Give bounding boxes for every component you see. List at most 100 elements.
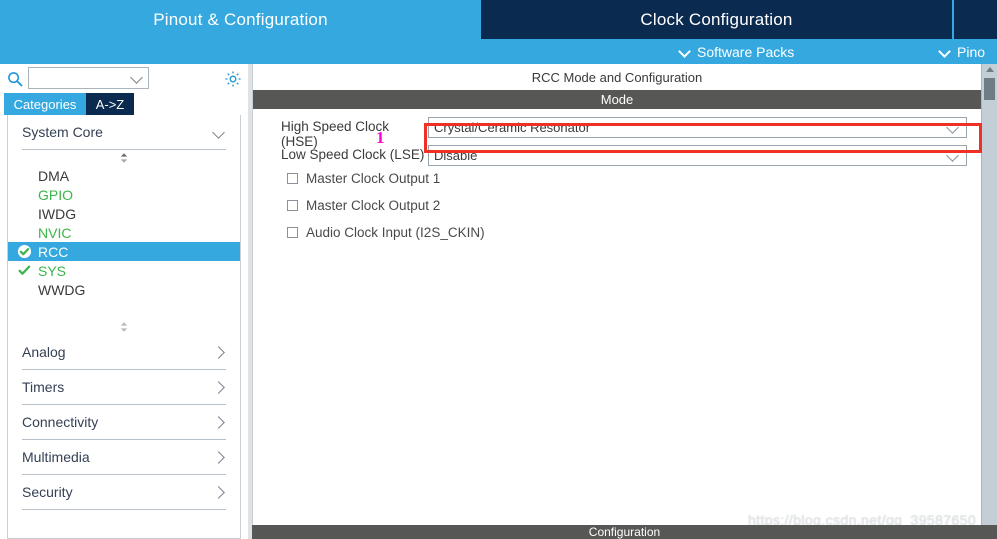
search-icon[interactable] bbox=[7, 71, 23, 87]
category-header-timers-label: Timers bbox=[22, 379, 65, 395]
peripheral-category-list[interactable]: System Core DMA GPIO IWDG NVIC RCC SYS W… bbox=[7, 115, 241, 539]
field-low-speed-clock-label: Low Speed Clock (LSE) bbox=[281, 147, 425, 162]
dropdown-high-speed-clock-value: Crystal/Ceramic Resonator bbox=[434, 120, 591, 135]
page-title: RCC Mode and Configuration bbox=[253, 64, 981, 90]
dropdown-low-speed-clock-value: Disable bbox=[434, 148, 478, 163]
category-group-security: Security bbox=[8, 475, 240, 510]
application-window: Pinout & Configuration Clock Configurati… bbox=[0, 0, 997, 539]
category-group-system-core: System Core DMA GPIO IWDG NVIC RCC SYS W… bbox=[8, 115, 240, 335]
category-header-timers[interactable]: Timers bbox=[8, 370, 240, 404]
sidebar-search-row bbox=[0, 64, 248, 93]
category-group-timers: Timers bbox=[8, 370, 240, 405]
sidebar-view-tabs: Categories A->Z bbox=[0, 93, 248, 115]
category-header-system-core[interactable]: System Core bbox=[8, 115, 240, 149]
tab-clock-configuration[interactable]: Clock Configuration bbox=[481, 0, 952, 39]
category-header-connectivity[interactable]: Connectivity bbox=[8, 405, 240, 439]
configuration-section-header-label: Configuration bbox=[588, 525, 661, 539]
sidebar-item-sys[interactable]: SYS bbox=[8, 261, 240, 280]
checkbox-master-clock-output-2[interactable]: Master Clock Output 2 bbox=[287, 198, 440, 213]
mode-section-header: Mode bbox=[253, 90, 981, 109]
checkbox-box-icon bbox=[287, 200, 298, 211]
scroll-up-arrow-icon[interactable] bbox=[986, 67, 994, 72]
chevron-down-icon bbox=[213, 126, 226, 139]
menu-pinout[interactable]: Pino bbox=[940, 39, 985, 64]
category-group-analog: Analog bbox=[8, 335, 240, 370]
left-sidebar: Categories A->Z System Core DMA GPIO IWD… bbox=[0, 64, 248, 539]
content-vertical-scrollbar[interactable] bbox=[981, 64, 997, 525]
chevron-down-icon bbox=[947, 122, 959, 134]
list-scroll-spinner-bottom[interactable] bbox=[8, 319, 240, 335]
annotation-marker-1: 1 bbox=[376, 128, 385, 147]
tab-a-to-z[interactable]: A->Z bbox=[86, 93, 134, 115]
checkbox-audio-clock-input[interactable]: Audio Clock Input (I2S_CKIN) bbox=[287, 225, 485, 240]
divider bbox=[22, 509, 226, 510]
field-high-speed-clock: High Speed Clock (HSE) bbox=[281, 119, 427, 149]
main-tab-bar: Pinout & Configuration Clock Configurati… bbox=[0, 0, 997, 39]
gear-icon[interactable] bbox=[224, 70, 242, 88]
dropdown-low-speed-clock[interactable]: Disable bbox=[428, 145, 967, 166]
category-header-multimedia-label: Multimedia bbox=[22, 449, 90, 465]
search-input[interactable] bbox=[28, 67, 149, 89]
category-header-system-core-label: System Core bbox=[22, 124, 103, 140]
chevron-right-icon bbox=[213, 451, 226, 464]
sidebar-item-iwdg[interactable]: IWDG bbox=[8, 204, 240, 223]
configuration-section-header: Configuration bbox=[252, 525, 997, 539]
sidebar-item-nvic[interactable]: NVIC bbox=[8, 223, 240, 242]
dropdown-high-speed-clock[interactable]: Crystal/Ceramic Resonator bbox=[428, 117, 967, 138]
field-high-speed-clock-label: High Speed Clock (HSE) bbox=[281, 119, 390, 149]
field-low-speed-clock: Low Speed Clock (LSE) bbox=[281, 147, 427, 162]
sidebar-item-gpio-label: GPIO bbox=[38, 186, 74, 203]
menu-pinout-label: Pino bbox=[957, 43, 986, 60]
chevron-right-icon bbox=[213, 416, 226, 429]
chevron-down-icon bbox=[940, 46, 951, 57]
checkbox-box-icon bbox=[287, 227, 298, 238]
category-group-multimedia: Multimedia bbox=[8, 440, 240, 475]
tab-a-to-z-label: A->Z bbox=[95, 96, 125, 112]
tab-pinout-configuration-label: Pinout & Configuration bbox=[153, 9, 328, 29]
sidebar-item-wwdg-label: WWDG bbox=[38, 281, 86, 298]
chevron-down-icon bbox=[947, 150, 959, 162]
chevron-right-icon bbox=[213, 346, 226, 359]
sidebar-item-gpio[interactable]: GPIO bbox=[8, 185, 240, 204]
category-header-connectivity-label: Connectivity bbox=[22, 414, 99, 430]
chevron-right-icon bbox=[213, 486, 226, 499]
tab-pinout-configuration[interactable]: Pinout & Configuration bbox=[0, 0, 481, 39]
checkbox-master-clock-output-1[interactable]: Master Clock Output 1 bbox=[287, 171, 440, 186]
list-scroll-spinner[interactable] bbox=[8, 150, 240, 166]
sidebar-item-dma-label: DMA bbox=[38, 167, 70, 184]
menu-software-packs[interactable]: Software Packs bbox=[680, 39, 794, 64]
category-header-security-label: Security bbox=[22, 484, 73, 500]
main-content-panel: RCC Mode and Configuration Mode High Spe… bbox=[252, 64, 981, 539]
scrollbar-thumb[interactable] bbox=[984, 78, 995, 100]
checkbox-audio-clock-input-label: Audio Clock Input (I2S_CKIN) bbox=[306, 225, 485, 240]
checkbox-master-clock-output-1-label: Master Clock Output 1 bbox=[306, 171, 441, 186]
sidebar-item-iwdg-label: IWDG bbox=[38, 205, 77, 222]
chevron-down-icon bbox=[680, 46, 691, 57]
chevron-right-icon bbox=[213, 381, 226, 394]
page-title-label: RCC Mode and Configuration bbox=[531, 69, 703, 85]
checkbox-master-clock-output-2-label: Master Clock Output 2 bbox=[306, 198, 441, 213]
check-icon bbox=[18, 265, 31, 275]
mode-section-body: High Speed Clock (HSE) Crystal/Ceramic R… bbox=[253, 109, 981, 501]
tab-third-partial[interactable] bbox=[954, 0, 997, 39]
sidebar-item-rcc[interactable]: RCC bbox=[8, 242, 240, 261]
category-group-connectivity: Connectivity bbox=[8, 405, 240, 440]
menu-software-packs-label: Software Packs bbox=[697, 43, 795, 60]
tab-clock-configuration-label: Clock Configuration bbox=[640, 9, 793, 29]
secondary-menu-bar: Software Packs Pino bbox=[0, 39, 997, 64]
tab-categories[interactable]: Categories bbox=[4, 93, 86, 115]
sidebar-item-sys-label: SYS bbox=[38, 262, 67, 279]
category-header-security[interactable]: Security bbox=[8, 475, 240, 509]
category-header-analog-label: Analog bbox=[22, 344, 66, 360]
tab-categories-label: Categories bbox=[13, 96, 77, 112]
sidebar-item-dma[interactable]: DMA bbox=[8, 166, 240, 185]
check-circle-icon bbox=[17, 244, 32, 259]
category-header-analog[interactable]: Analog bbox=[8, 335, 240, 369]
checkbox-box-icon bbox=[287, 173, 298, 184]
chevron-down-icon bbox=[131, 72, 143, 84]
sidebar-item-nvic-label: NVIC bbox=[38, 224, 72, 241]
sidebar-item-rcc-label: RCC bbox=[38, 243, 69, 260]
sidebar-item-wwdg[interactable]: WWDG bbox=[8, 280, 240, 299]
category-header-multimedia[interactable]: Multimedia bbox=[8, 440, 240, 474]
